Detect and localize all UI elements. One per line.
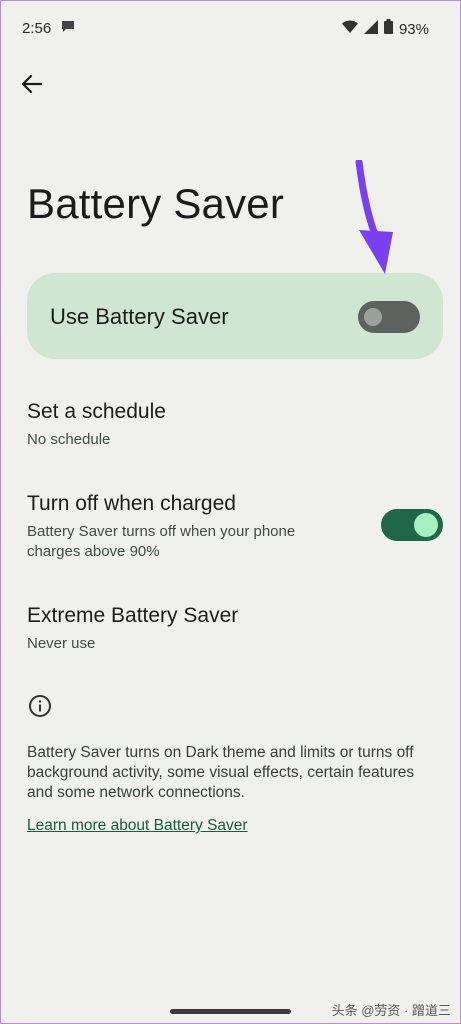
arrow-left-icon [21,73,43,100]
learn-more-link[interactable]: Learn more about Battery Saver [27,817,248,835]
annotation-arrow-icon [345,158,405,283]
use-battery-saver-toggle[interactable] [358,301,420,333]
cell-signal-icon [363,19,378,39]
page-title: Battery Saver [27,180,285,227]
battery-icon [383,19,393,39]
turn-off-subtitle-line1: Battery Saver turns off when your phone [27,523,296,540]
turn-off-title: Turn off when charged [27,492,236,515]
battery-percent: 93% [398,20,429,38]
use-battery-saver-card[interactable]: Use Battery Saver [27,273,443,359]
watermark-text: 头条 @劳资 · 蹭道三 [331,1003,451,1018]
info-icon [28,694,52,723]
message-icon [60,18,76,39]
gesture-nav-handle[interactable] [170,1009,291,1014]
use-battery-saver-label: Use Battery Saver [50,304,229,329]
turn-off-when-charged-toggle[interactable] [381,509,443,541]
status-time: 2:56 [22,20,52,37]
toggle-thumb [364,308,382,326]
extreme-title: Extreme Battery Saver [27,604,239,627]
status-bar: 2:56 93% [0,14,461,42]
extreme-subtitle: Never use [27,635,96,652]
info-description: Battery Saver turns on Dark theme and li… [27,744,415,801]
back-button[interactable] [16,70,48,102]
schedule-title: Set a schedule [27,400,166,423]
schedule-subtitle: No schedule [27,431,111,448]
wifi-icon [341,20,358,39]
turn-off-subtitle-line2: charges above 90% [27,543,160,560]
status-right-group: 93% [341,19,429,39]
toggle-thumb [414,513,438,537]
